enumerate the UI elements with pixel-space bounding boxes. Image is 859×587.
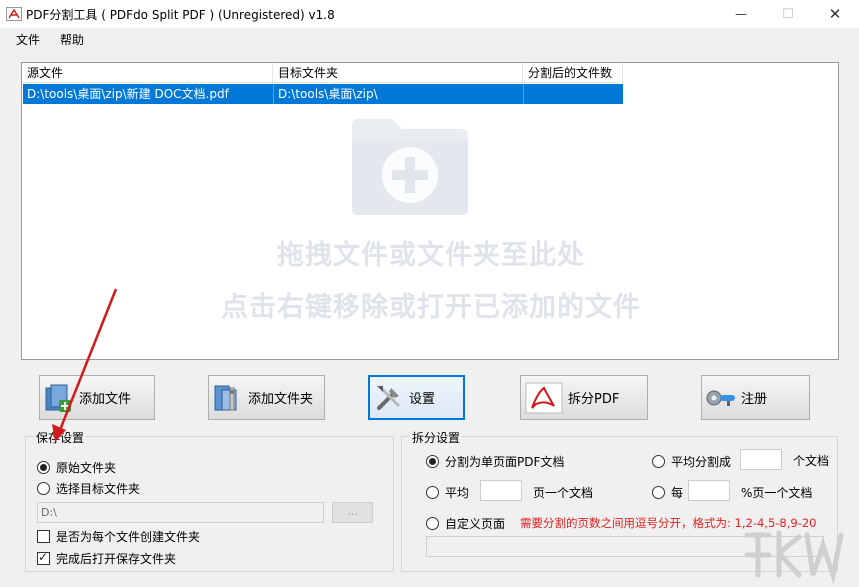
watermark-logo — [744, 530, 844, 585]
checkbox-create-per-file[interactable]: 是否为每个文件创建文件夹 — [37, 528, 200, 545]
checkbox-create-per-file-label: 是否为每个文件创建文件夹 — [56, 530, 201, 544]
radio-indicator[interactable] — [652, 486, 665, 499]
column-header-target[interactable]: 目标文件夹 — [273, 63, 523, 83]
radio-indicator[interactable] — [426, 486, 439, 499]
radio-each[interactable]: 每 — [652, 484, 683, 501]
list-header: 源文件 目标文件夹 分割后的文件数 — [22, 63, 623, 83]
split-settings-legend: 拆分设置 — [410, 429, 463, 446]
tools-icon — [377, 385, 401, 410]
file-list[interactable]: 源文件 目标文件夹 分割后的文件数 D:\tools\桌面\zip\新建 DOC… — [21, 62, 839, 360]
radio-custom-label: 自定义页面 — [445, 517, 506, 531]
maximize-button[interactable]: ☐ — [765, 0, 811, 28]
split-into-suffix: 个文档 — [793, 454, 830, 468]
average-pages-field[interactable] — [480, 480, 522, 501]
checkbox-indicator[interactable] — [37, 530, 50, 543]
radio-original-folder-label: 原始文件夹 — [56, 461, 117, 475]
radio-each-label: 每 — [671, 486, 684, 500]
cell-source: D:\tools\桌面\zip\新建 DOC文档.pdf — [23, 84, 274, 104]
key-icon — [706, 390, 735, 406]
checkbox-indicator[interactable] — [37, 550, 50, 565]
drop-hint-line-2: 点击右键移除或打开已添加的文件 — [221, 292, 641, 323]
each-percent-field[interactable] — [688, 480, 730, 501]
radio-choose-target-label: 选择目标文件夹 — [56, 482, 141, 496]
settings-label: 设置 — [409, 392, 436, 407]
menu-help[interactable]: 帮助 — [60, 31, 84, 48]
save-settings-group: 保存设置 原始文件夹 选择目标文件夹 D:\ ... 是否为每个文件创建文件夹 … — [25, 429, 394, 572]
settings-button[interactable]: 设置 — [368, 375, 465, 420]
radio-custom[interactable]: 自定义页面 — [426, 515, 505, 532]
minimize-button[interactable]: — — [718, 0, 764, 28]
add-folder-icon — [214, 385, 237, 410]
register-button[interactable]: 注册 — [701, 375, 810, 420]
drop-hint-line-1: 拖拽文件或文件夹至此处 — [277, 240, 585, 271]
register-label: 注册 — [741, 392, 768, 407]
radio-indicator[interactable] — [37, 482, 50, 495]
add-folder-button[interactable]: 添加文件夹 — [208, 375, 325, 420]
radio-average-label: 平均 — [445, 486, 470, 500]
radio-indicator[interactable] — [426, 517, 439, 530]
add-folder-label: 添加文件夹 — [248, 392, 314, 407]
radio-indicator[interactable] — [426, 455, 439, 468]
add-file-button[interactable]: 添加文件 — [39, 375, 155, 420]
split-pdf-label: 拆分PDF — [568, 392, 620, 407]
radio-indicator[interactable] — [652, 455, 665, 468]
column-header-count[interactable]: 分割后的文件数 — [523, 63, 623, 83]
acrobat-pdf-icon — [525, 382, 563, 413]
radio-choose-target[interactable]: 选择目标文件夹 — [37, 480, 140, 497]
cell-count — [524, 84, 623, 104]
browse-button[interactable]: ... — [332, 502, 373, 523]
add-file-label: 添加文件 — [79, 392, 132, 407]
add-folder-plus-icon — [352, 119, 468, 215]
cell-target: D:\tools\桌面\zip\ — [274, 84, 524, 104]
split-pdf-button[interactable]: 拆分PDF — [520, 375, 648, 420]
save-settings-legend: 保存设置 — [34, 429, 87, 446]
each-suffix: %页一个文档 — [741, 486, 813, 500]
add-file-icon — [45, 384, 71, 412]
checkbox-open-after-label: 完成后打开保存文件夹 — [56, 552, 177, 566]
table-row[interactable]: D:\tools\桌面\zip\新建 DOC文档.pdf D:\tools\桌面… — [23, 84, 623, 104]
title-bar: PDF分割工具 ( PDFdo Split PDF ) (Unregistere… — [0, 0, 859, 28]
radio-original-folder[interactable]: 原始文件夹 — [37, 459, 116, 476]
radio-single-page[interactable]: 分割为单页面PDF文档 — [426, 453, 564, 470]
column-header-source[interactable]: 源文件 — [22, 63, 273, 83]
average-suffix: 页一个文档 — [533, 486, 594, 500]
radio-single-page-label: 分割为单页面PDF文档 — [445, 455, 565, 469]
radio-average[interactable]: 平均 — [426, 484, 469, 501]
radio-indicator[interactable] — [37, 461, 50, 474]
radio-split-into[interactable]: 平均分割成 — [652, 453, 731, 470]
split-into-count-field[interactable] — [740, 449, 782, 470]
target-path-field[interactable]: D:\ — [37, 502, 324, 523]
window-title: PDF分割工具 ( PDFdo Split PDF ) (Unregistere… — [26, 8, 335, 22]
checkbox-open-after[interactable]: 完成后打开保存文件夹 — [37, 550, 176, 567]
close-button[interactable]: ✕ — [812, 0, 858, 28]
radio-split-into-label: 平均分割成 — [671, 455, 732, 469]
menu-bar: 文件 帮助 — [0, 28, 859, 50]
app-pdf-icon — [6, 7, 22, 21]
menu-file[interactable]: 文件 — [16, 31, 40, 48]
